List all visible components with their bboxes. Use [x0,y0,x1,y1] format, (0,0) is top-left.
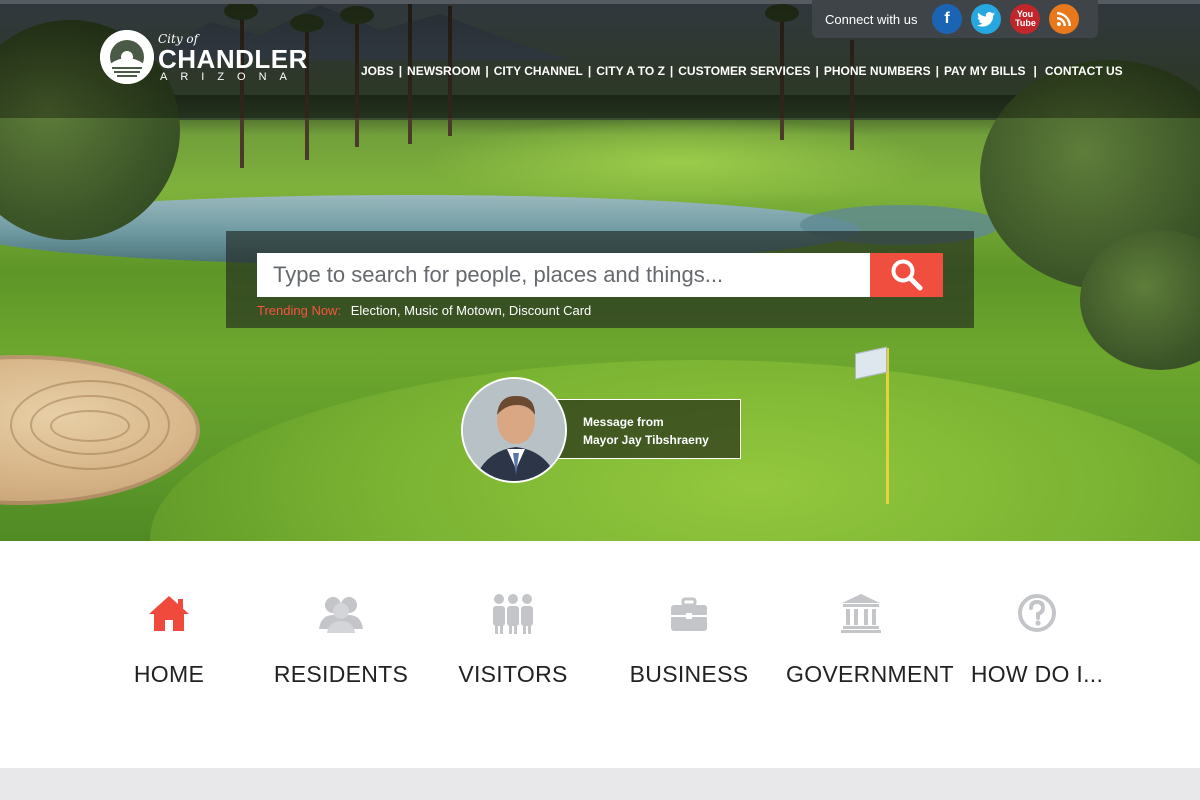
fairway [420,118,940,208]
search-input[interactable] [257,253,870,297]
nav-separator: | [935,64,939,78]
search-button[interactable] [870,253,943,297]
nav-separator: | [485,64,489,78]
sand-bunker [0,355,200,505]
logo-state: ARIZONA [160,71,300,83]
category-government[interactable]: GOVERNMENT [786,591,954,688]
category-label: HOW DO I... [970,661,1104,687]
mayor-message-line2: Mayor Jay Tibshraeny [583,433,709,447]
category-label: BUSINESS [629,661,749,687]
category-how-do-i[interactable]: HOW DO I... [962,591,1112,688]
nav-customer-services[interactable]: CUSTOMER SERVICES [678,64,810,78]
facebook-icon[interactable]: f [932,4,962,34]
mayor-avatar[interactable] [461,377,567,483]
mayor-message-line1: Message from [583,415,664,429]
search-panel: Trending Now: Election, Music of Motown,… [226,231,974,328]
residents-icon [319,597,363,633]
home-icon [149,596,189,631]
question-icon [1018,594,1056,632]
youtube-icon[interactable]: You Tube [1010,4,1040,34]
visitors-icon [493,594,533,634]
rss-icon[interactable] [1049,4,1079,34]
nav-newsroom[interactable]: NEWSROOM [407,64,480,78]
category-label: GOVERNMENT [786,661,954,687]
category-residents[interactable]: RESIDENTS [266,591,416,688]
nav-separator: | [398,64,403,78]
category-label: HOME [133,661,205,687]
nav-contact-us[interactable]: CONTACT US [1045,64,1123,78]
city-logo[interactable]: City of CHANDLER ARIZONA [100,30,310,90]
government-building-icon [841,594,881,633]
nav-city-a-to-z[interactable]: CITY A TO Z [596,64,665,78]
youtube-glyph: You Tube [1015,9,1036,28]
social-connect-bar: Connect with us f You Tube [812,0,1098,38]
main-nav: JOBS | NEWSROOM | CITY CHANNEL | CITY A … [361,64,1123,78]
category-nav: HOME RESIDENTS VISITORS BUSINESS GOVERNM… [0,541,1200,768]
category-business[interactable]: BUSINESS [614,591,764,688]
logo-emblem-icon [100,30,154,84]
nav-separator: | [1033,64,1037,78]
nav-jobs[interactable]: JOBS [361,64,394,78]
trending-now: Trending Now: Election, Music of Motown,… [257,303,591,318]
nav-phone-numbers[interactable]: PHONE NUMBERS [824,64,931,78]
mayor-message-card[interactable]: Message from Mayor Jay Tibshraeny [556,399,741,459]
briefcase-icon [671,597,707,631]
search-icon [891,259,922,291]
nav-separator: | [587,64,592,78]
facebook-glyph: f [944,10,950,27]
footer-band [0,768,1200,800]
category-label: RESIDENTS [273,661,409,687]
nav-pay-my-bills[interactable]: PAY MY BILLS [944,64,1026,78]
connect-label: Connect with us [825,12,918,27]
nav-separator: | [669,64,674,78]
nav-separator: | [815,64,819,78]
category-home[interactable]: HOME [94,591,244,688]
nav-city-channel[interactable]: CITY CHANNEL [494,64,583,78]
twitter-icon[interactable] [971,4,1001,34]
category-visitors[interactable]: VISITORS [438,591,588,688]
trending-label: Trending Now: [257,303,342,318]
category-label: VISITORS [458,661,568,687]
trending-items[interactable]: Election, Music of Motown, Discount Card [351,303,592,318]
